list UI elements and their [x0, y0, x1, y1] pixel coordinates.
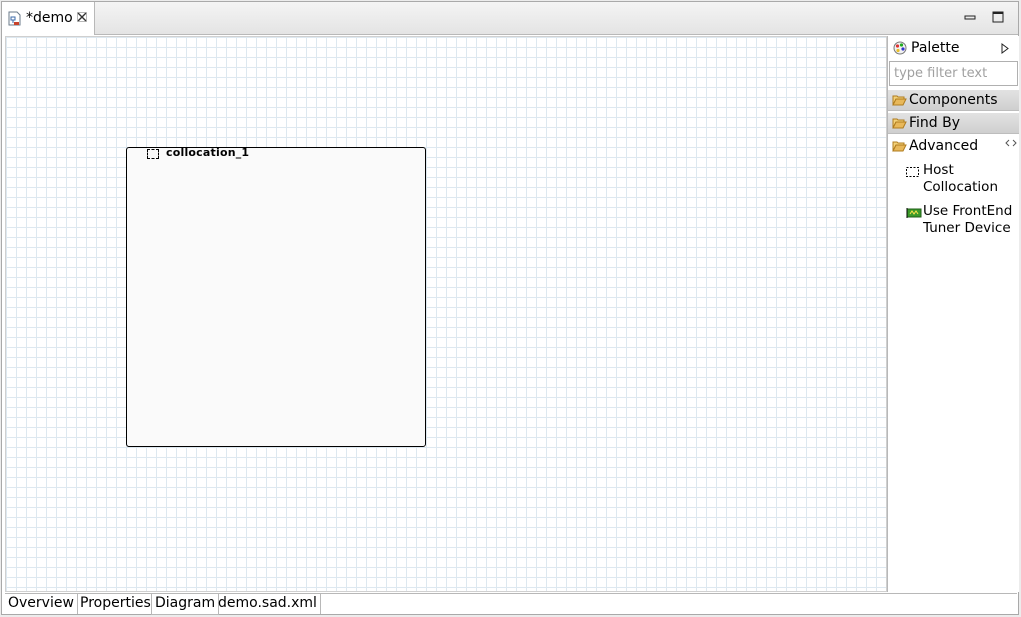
editor-page-tabs: Overview Properties Diagram demo.sad.xml: [5, 593, 1017, 615]
tool-host-collocation[interactable]: Host Collocation: [902, 162, 1018, 198]
editor-tab-title: *demo: [26, 10, 73, 26]
tab-demo-sad-xml[interactable]: demo.sad.xml: [215, 594, 321, 614]
folder-open-icon: [892, 117, 907, 133]
diagram-canvas[interactable]: collocation_1: [5, 36, 887, 592]
maximize-icon[interactable]: [991, 10, 1005, 24]
editor-tab-demo[interactable]: *demo: [2, 2, 95, 35]
close-icon[interactable]: [77, 11, 87, 25]
triangle-right-icon[interactable]: [1001, 43, 1009, 58]
minimize-icon[interactable]: [963, 10, 977, 24]
collocation-label[interactable]: collocation_1: [166, 146, 249, 159]
pin-drawer-icon[interactable]: [1005, 139, 1017, 150]
editor-tab-bar: *demo: [2, 2, 1018, 35]
tab-properties[interactable]: Properties: [77, 594, 155, 614]
drawer-find-by[interactable]: Find By: [888, 113, 1019, 134]
drawer-components[interactable]: Components: [888, 90, 1019, 111]
palette-header[interactable]: Palette: [888, 36, 1019, 60]
tab-overview[interactable]: Overview: [5, 594, 78, 614]
host-collocation-icon: [147, 149, 159, 159]
folder-open-icon: [892, 140, 907, 156]
drawer-label: Advanced: [909, 138, 979, 154]
host-collocation-icon: [906, 166, 919, 181]
tool-label: Host Collocation: [923, 162, 999, 195]
palette-panel: Palette Components Find By Advanced: [887, 36, 1019, 592]
folder-open-icon: [892, 94, 907, 110]
drawer-advanced[interactable]: Advanced: [888, 136, 1019, 157]
palette-title: Palette: [911, 40, 960, 56]
drawer-label: Find By: [909, 115, 961, 131]
tab-diagram[interactable]: Diagram: [151, 594, 220, 615]
tool-use-frontend-tuner-device[interactable]: Use FrontEnd Tuner Device: [902, 203, 1018, 239]
drawer-label: Components: [909, 92, 998, 108]
diagram-file-icon: [8, 11, 21, 30]
editor-window: *demo collocation_1 Palette type filter …: [1, 1, 1019, 615]
tool-label: Use FrontEnd Tuner Device: [923, 203, 1013, 236]
frontend-tuner-icon: [906, 207, 922, 222]
host-collocation-shape[interactable]: collocation_1: [126, 146, 426, 447]
palette-filter-input[interactable]: [889, 61, 1018, 86]
palette-icon: [893, 41, 907, 59]
